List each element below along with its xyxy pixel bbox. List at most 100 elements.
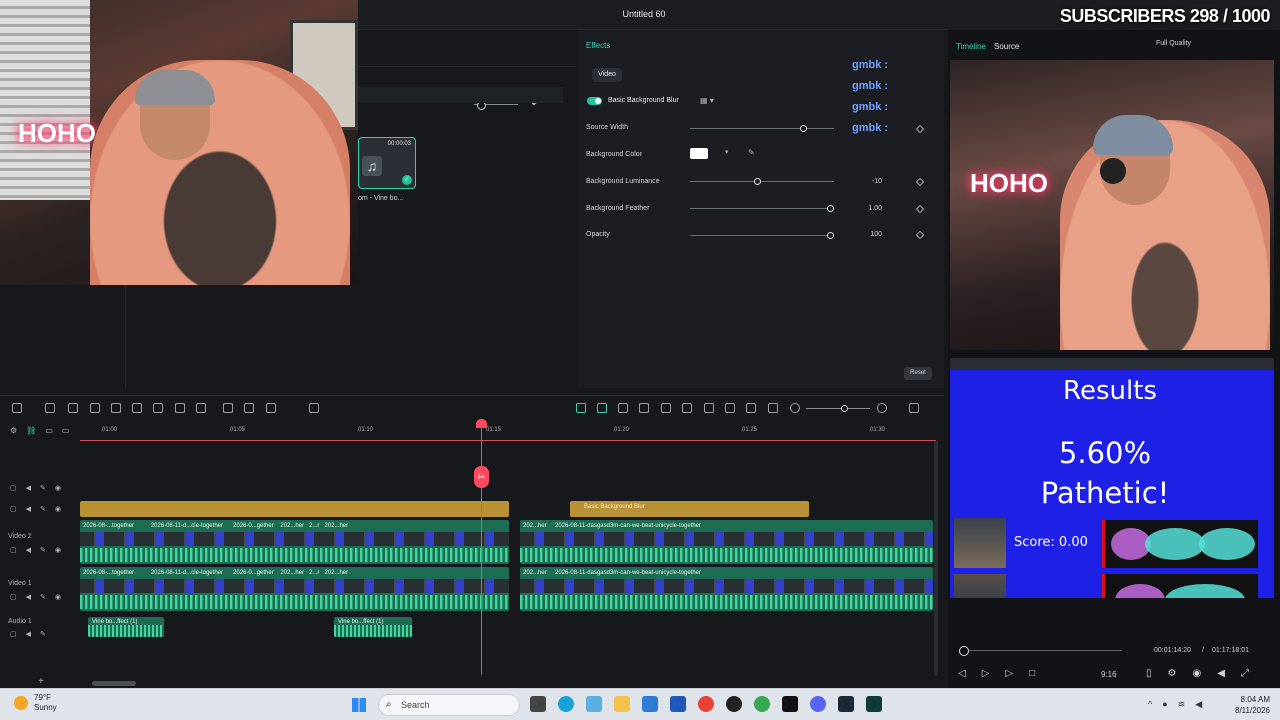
motion-icon[interactable] xyxy=(244,403,254,413)
eye-icon[interactable]: ◉ xyxy=(55,484,61,492)
ai-icon[interactable] xyxy=(223,403,233,413)
crop-icon[interactable] xyxy=(175,403,185,413)
mute-icon[interactable]: ✎ xyxy=(40,484,46,492)
pip-icon[interactable] xyxy=(746,403,756,413)
app-icon[interactable] xyxy=(726,696,742,712)
speaker-icon[interactable]: ◀ xyxy=(26,630,31,638)
keyframe-icon[interactable] xyxy=(915,124,925,134)
eye-icon[interactable]: ◉ xyxy=(55,505,61,513)
opacity-value[interactable]: 100 xyxy=(860,231,882,238)
audio-clip[interactable]: Vine bo...ffect (1) xyxy=(334,617,412,637)
redo-icon[interactable] xyxy=(90,403,100,413)
bg-luminance-value[interactable]: -10 xyxy=(860,178,882,185)
opacity-slider[interactable] xyxy=(690,232,834,239)
mute-icon[interactable]: ✎ xyxy=(40,593,46,601)
eye-icon[interactable]: ◉ xyxy=(55,546,61,554)
mute-icon[interactable]: ✎ xyxy=(40,546,46,554)
taskbar-search[interactable]: ⌕ Search xyxy=(378,694,520,716)
app-icon[interactable] xyxy=(782,696,798,712)
effect-toggle[interactable] xyxy=(587,97,602,105)
edge-icon[interactable] xyxy=(558,696,574,712)
filmora-icon[interactable] xyxy=(866,696,882,712)
slider-knob[interactable] xyxy=(827,232,834,239)
tab-timeline[interactable]: Timeline xyxy=(956,42,986,51)
speed-icon[interactable] xyxy=(196,403,206,413)
chevron-down-icon[interactable]: ▾ xyxy=(725,148,729,156)
undo-icon[interactable] xyxy=(68,403,78,413)
speaker-icon[interactable]: ◀ xyxy=(26,546,31,554)
tab-source[interactable]: Source xyxy=(994,42,1019,51)
effect-menu-icon[interactable]: ▦ ▾ xyxy=(700,96,714,105)
lock-icon[interactable]: ▢ xyxy=(10,546,17,554)
render-icon[interactable] xyxy=(661,403,671,413)
media-clip-card[interactable]: 00:00:03 ♫ ✓ xyxy=(358,137,416,189)
app-icon[interactable] xyxy=(586,696,602,712)
video-clip[interactable]: 202...her 2026-08-11-dasgasd3m-can-we-be… xyxy=(520,567,933,611)
lock-icon[interactable]: ▢ xyxy=(10,484,17,492)
mixer-icon[interactable] xyxy=(725,403,735,413)
app-icon[interactable] xyxy=(642,696,658,712)
text-icon[interactable] xyxy=(153,403,163,413)
keyframe-icon[interactable] xyxy=(915,204,925,214)
select-icon[interactable] xyxy=(45,403,55,413)
caption-icon[interactable]: ▭ xyxy=(45,426,53,435)
lock-icon[interactable]: ▢ xyxy=(10,630,17,638)
snap-icon[interactable] xyxy=(576,403,586,413)
eyedropper-icon[interactable]: ✎ xyxy=(748,148,755,157)
lock-icon[interactable]: ▢ xyxy=(10,505,17,513)
slider-knob[interactable] xyxy=(841,405,848,412)
slider-knob[interactable] xyxy=(799,125,807,132)
layout-icon[interactable] xyxy=(12,403,22,413)
vertical-scrollbar[interactable] xyxy=(934,441,938,676)
speaker-icon[interactable]: ◀ xyxy=(26,484,31,492)
lock-icon[interactable]: ▢ xyxy=(10,593,17,601)
zoom-slider[interactable] xyxy=(474,101,518,110)
audio-clip[interactable]: Vine bo...ffect (1) xyxy=(88,617,164,637)
file-explorer-icon[interactable] xyxy=(614,696,630,712)
bg-feather-value[interactable]: 1.00 xyxy=(860,205,882,212)
source-width-slider[interactable] xyxy=(690,125,834,132)
quality-select[interactable]: Full Quality xyxy=(1156,40,1191,47)
slider-knob[interactable] xyxy=(827,205,834,212)
playhead[interactable] xyxy=(481,420,482,675)
preview-scrubber[interactable] xyxy=(959,646,1122,656)
volume-icon[interactable]: ◀ xyxy=(1217,668,1225,679)
play-slow-icon[interactable]: ▷ xyxy=(982,668,990,679)
stop-icon[interactable]: □ xyxy=(1029,668,1035,679)
shield-icon[interactable] xyxy=(682,403,692,413)
mute-icon[interactable]: ✎ xyxy=(40,505,46,513)
keyframe-icon[interactable] xyxy=(915,230,925,240)
clock[interactable]: 8:04 AM 8/11/2026 xyxy=(1235,694,1270,716)
mute-icon[interactable]: ✎ xyxy=(40,630,46,638)
snapshot-icon[interactable]: ◉ xyxy=(1192,668,1201,679)
chrome-icon[interactable] xyxy=(754,696,770,712)
link-icon[interactable] xyxy=(597,403,607,413)
windows-start-icon[interactable] xyxy=(352,698,366,712)
zoom-in-icon[interactable] xyxy=(877,403,887,413)
weather-widget[interactable]: 79°F Sunny xyxy=(14,693,57,713)
chevron-up-icon[interactable]: ^ xyxy=(1148,699,1152,710)
fullscreen-icon[interactable]: ⤢ xyxy=(1241,668,1249,679)
effect-clip[interactable] xyxy=(80,501,509,517)
store-icon[interactable] xyxy=(670,696,686,712)
wifi-icon[interactable]: ≋ xyxy=(1178,699,1186,710)
discord-icon[interactable] xyxy=(810,696,826,712)
mic-icon[interactable]: ● xyxy=(1162,699,1167,710)
task-view-icon[interactable] xyxy=(530,696,546,712)
bg-luminance-slider[interactable] xyxy=(690,178,834,185)
video-clip[interactable]: 2026-08-...together 2026-08-11-d...cle-t… xyxy=(80,567,509,611)
caption-icon[interactable] xyxy=(768,403,778,413)
speaker-icon[interactable]: ◀ xyxy=(26,593,31,601)
slider-knob[interactable] xyxy=(754,178,762,185)
image-icon[interactable] xyxy=(639,403,649,413)
bg-feather-slider[interactable] xyxy=(690,205,834,212)
keyframe-icon[interactable] xyxy=(915,177,925,187)
prev-frame-icon[interactable]: ◁ xyxy=(958,668,966,679)
stabilize-icon[interactable] xyxy=(309,403,319,413)
volume-icon[interactable]: ◀ xyxy=(1195,699,1202,710)
steam-icon[interactable] xyxy=(838,696,854,712)
link-icon[interactable]: ⛓ xyxy=(26,426,36,435)
tab-video[interactable]: Video xyxy=(592,68,622,82)
delete-icon[interactable] xyxy=(111,403,121,413)
play-icon[interactable]: ▷ xyxy=(1005,668,1013,679)
